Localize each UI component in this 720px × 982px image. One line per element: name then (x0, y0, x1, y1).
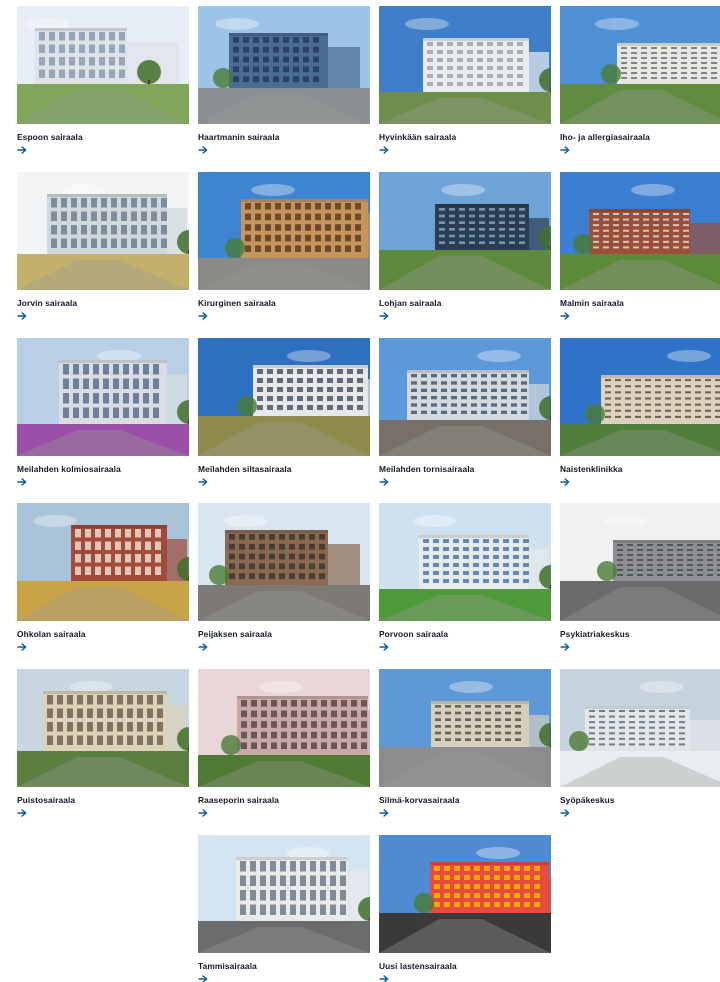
hospital-card[interactable]: Meilahden tornisairaala (379, 338, 551, 486)
hospital-card[interactable]: Jorvin sairaala (17, 172, 189, 320)
hospital-photo[interactable] (560, 503, 720, 621)
hospital-photo[interactable] (198, 172, 370, 290)
arrow-right-icon[interactable] (198, 809, 208, 817)
hospital-card[interactable]: Ohkolan sairaala (17, 503, 189, 651)
hospital-name[interactable]: Meilahden siltasairaala (198, 464, 370, 474)
hospital-card[interactable]: Iho- ja allergiasairaala (560, 6, 720, 154)
hospital-photo[interactable] (560, 669, 720, 787)
hospital-name[interactable]: Haartmanin sairaala (198, 132, 370, 142)
arrow-right-icon[interactable] (379, 312, 389, 320)
hospital-name[interactable]: Silmä-korvasairaala (379, 795, 551, 805)
arrow-right-icon[interactable] (379, 643, 389, 651)
arrow-right-icon[interactable] (198, 146, 208, 154)
arrow-right-icon[interactable] (198, 975, 208, 982)
arrow-right-icon[interactable] (379, 146, 389, 154)
hospital-photo[interactable] (17, 6, 189, 124)
hospital-name[interactable]: Raaseporin sairaala (198, 795, 370, 805)
hospital-name[interactable]: Uusi lastensairaala (379, 961, 551, 971)
arrow-right-icon[interactable] (379, 809, 389, 817)
arrow-right-icon[interactable] (560, 478, 570, 486)
hospital-card[interactable]: Haartmanin sairaala (198, 6, 370, 154)
hospital-photo[interactable] (560, 6, 720, 124)
hospital-name[interactable]: Jorvin sairaala (17, 298, 189, 308)
hospital-name[interactable]: Peijaksen sairaala (198, 629, 370, 639)
hospital-card[interactable]: Meilahden kolmiosairaala (17, 338, 189, 486)
arrow-right-icon[interactable] (17, 312, 27, 320)
hospital-photo[interactable] (379, 503, 551, 621)
hospital-card[interactable]: Puistosairaala (17, 669, 189, 817)
hospital-card[interactable]: Tammisairaala (198, 835, 370, 982)
hospital-photo[interactable] (198, 6, 370, 124)
hospital-card[interactable]: Porvoon sairaala (379, 503, 551, 651)
hospital-card[interactable]: Lohjan sairaala (379, 172, 551, 320)
hospital-photo[interactable] (198, 835, 370, 953)
hospital-photo[interactable] (198, 338, 370, 456)
hospital-name[interactable]: Malmin sairaala (560, 298, 720, 308)
arrow-right-icon[interactable] (17, 643, 27, 651)
hospital-card[interactable]: Malmin sairaala (560, 172, 720, 320)
hospital-photo[interactable] (560, 338, 720, 456)
hospital-photo[interactable] (379, 835, 551, 953)
hospital-photo[interactable] (17, 669, 189, 787)
hospital-card[interactable]: Silmä-korvasairaala (379, 669, 551, 817)
hospital-card[interactable]: Raaseporin sairaala (198, 669, 370, 817)
arrow-right-icon[interactable] (198, 478, 208, 486)
hospital-name[interactable]: Tammisairaala (198, 961, 370, 971)
arrow-right-icon[interactable] (560, 643, 570, 651)
hospital-card[interactable]: Psykiatriakeskus (560, 503, 720, 651)
hospital-name[interactable]: Iho- ja allergiasairaala (560, 132, 720, 142)
arrow-right-icon[interactable] (379, 975, 389, 982)
arrow-right-icon[interactable] (198, 312, 208, 320)
hospital-photo[interactable] (379, 6, 551, 124)
hospital-name[interactable]: Naistenklinikka (560, 464, 720, 474)
hospital-photo[interactable] (198, 503, 370, 621)
arrow-right-icon[interactable] (17, 146, 27, 154)
arrow-right-icon[interactable] (379, 478, 389, 486)
hospital-photo[interactable] (560, 172, 720, 290)
hospital-card[interactable]: Espoon sairaala (17, 6, 189, 154)
arrow-right-icon[interactable] (560, 809, 570, 817)
arrow-right-icon[interactable] (17, 809, 27, 817)
hospital-name[interactable]: Puistosairaala (17, 795, 189, 805)
hospital-card[interactable]: Naistenklinikka (560, 338, 720, 486)
hospital-name[interactable]: Psykiatriakeskus (560, 629, 720, 639)
hospital-card[interactable]: Hyvinkään sairaala (379, 6, 551, 154)
hospital-name[interactable]: Espoon sairaala (17, 132, 189, 142)
hospital-name[interactable]: Meilahden tornisairaala (379, 464, 551, 474)
hospital-name[interactable]: Porvoon sairaala (379, 629, 551, 639)
hospital-card[interactable]: Peijaksen sairaala (198, 503, 370, 651)
hospital-photo[interactable] (379, 172, 551, 290)
hospital-photo[interactable] (379, 669, 551, 787)
hospital-card[interactable]: Kirurginen sairaala (198, 172, 370, 320)
hospital-photo[interactable] (379, 338, 551, 456)
arrow-right-icon[interactable] (198, 643, 208, 651)
hospital-name[interactable]: Kirurginen sairaala (198, 298, 370, 308)
arrow-right-icon[interactable] (560, 146, 570, 154)
hospital-name[interactable]: Ohkolan sairaala (17, 629, 189, 639)
hospital-card[interactable]: Meilahden siltasairaala (198, 338, 370, 486)
hospital-card[interactable]: Uusi lastensairaala (379, 835, 551, 982)
hospital-name[interactable]: Lohjan sairaala (379, 298, 551, 308)
hospital-name[interactable]: Syöpäkeskus (560, 795, 720, 805)
hospital-name[interactable]: Meilahden kolmiosairaala (17, 464, 189, 474)
hospital-photo[interactable] (198, 669, 370, 787)
hospital-photo[interactable] (17, 338, 189, 456)
arrow-right-icon[interactable] (17, 478, 27, 486)
hospital-card[interactable]: Syöpäkeskus (560, 669, 720, 817)
hospital-photo[interactable] (17, 503, 189, 621)
hospital-name[interactable]: Hyvinkään sairaala (379, 132, 551, 142)
hospital-photo[interactable] (17, 172, 189, 290)
arrow-right-icon[interactable] (560, 312, 570, 320)
